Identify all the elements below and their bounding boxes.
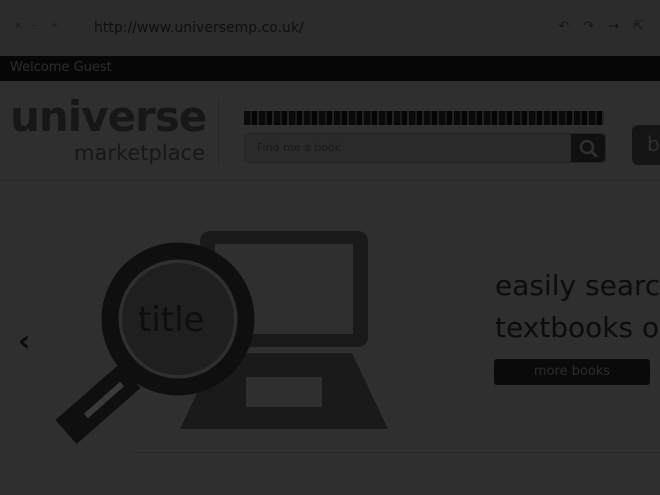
maximize-window-icon[interactable]: + [50,21,58,31]
logo-sub[interactable]: marketplace [74,141,205,165]
search-button[interactable] [571,134,605,162]
header-right-button[interactable]: b [632,125,660,165]
search-input[interactable] [255,140,559,155]
forward-icon[interactable]: → [608,19,619,34]
close-window-icon[interactable]: × [14,21,22,31]
hero-carousel: title ‹ easily search textbooks o more b… [0,181,660,495]
welcome-text: Welcome Guest [10,60,112,75]
redo-icon[interactable]: ↷ [583,19,594,34]
hero-bottom-line [130,452,660,453]
welcome-bar: Welcome Guest [0,56,660,81]
search-box [244,133,606,163]
window-controls: × – + [14,21,58,31]
minimize-window-icon[interactable]: – [32,21,40,31]
logo-main[interactable]: universe [10,96,207,138]
header-right-button-label: b [647,132,660,156]
more-books-label: more books [533,364,611,379]
more-books-button[interactable]: more books [494,359,650,385]
site-header: universe marketplace b [0,81,660,181]
search-icon [579,139,598,158]
redacted-tagline [244,111,604,125]
hero-headline-line1: easily search [495,269,660,302]
carousel-prev-button[interactable]: ‹ [18,324,30,359]
address-bar[interactable]: http://www.universemp.co.uk/ [94,20,304,36]
browser-nav: ↶ ↷ → ⇱ [558,19,644,34]
browser-toolbar: × – + http://www.universemp.co.uk/ ↶ ↷ →… [0,0,660,56]
magnifier-text: title [138,300,205,340]
header-divider [218,101,219,163]
back-icon[interactable]: ↶ [558,19,569,34]
hero-headline-line2: textbooks o [495,311,660,344]
popout-icon[interactable]: ⇱ [633,19,644,34]
